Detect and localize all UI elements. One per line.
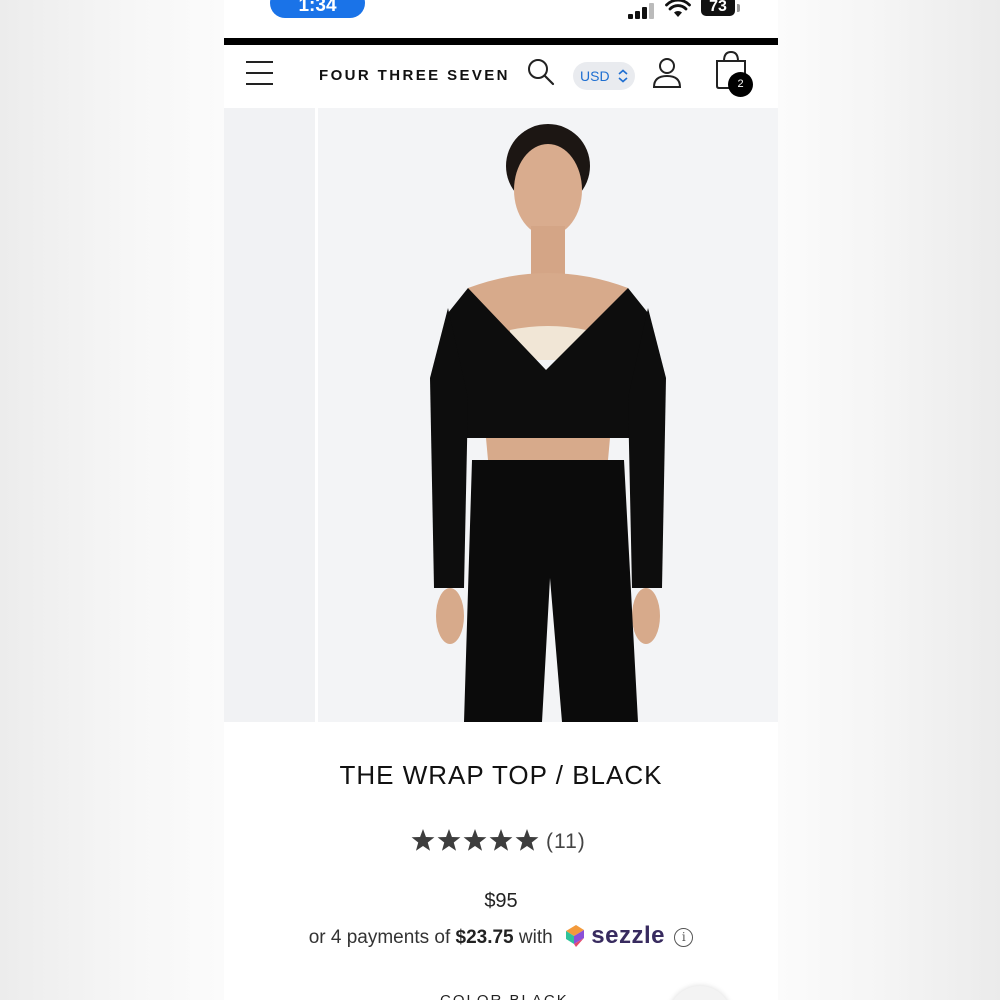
cart-count-badge: 2 — [728, 72, 753, 97]
info-icon[interactable]: i — [674, 928, 694, 947]
installment-amount: $23.75 — [455, 927, 514, 948]
star-icon — [411, 829, 435, 851]
star-icon — [489, 829, 513, 851]
wifi-icon — [665, 0, 691, 17]
currency-selector[interactable]: USD — [573, 62, 635, 90]
star-icon — [463, 829, 487, 851]
product-price: $95 — [484, 890, 518, 912]
color-option-label: COLOR BLACK — [440, 992, 569, 1000]
product-image[interactable] — [318, 108, 778, 722]
phone-screen: 1:34 73 FOUR THREE SEVEN USD 2 THE WRAP … — [224, 0, 778, 1000]
announcement-bar — [224, 38, 778, 45]
sezzle-wordmark: sezzle — [591, 922, 665, 949]
product-title: THE WRAP TOP / BLACK — [339, 760, 663, 790]
search-icon[interactable] — [526, 57, 556, 87]
cellular-signal-icon — [628, 3, 656, 19]
brand-logo[interactable]: FOUR THREE SEVEN — [319, 67, 510, 84]
model-photo — [318, 108, 778, 722]
installment-info: or 4 payments of $23.75 with sezzle i — [224, 922, 778, 950]
star-icon — [437, 829, 461, 851]
review-count: (11) — [546, 830, 586, 853]
status-time[interactable]: 1:34 — [270, 0, 365, 18]
currency-label: USD — [580, 68, 610, 84]
status-bar: 1:34 73 — [224, 0, 778, 38]
chevron-up-down-icon — [618, 69, 628, 83]
account-icon[interactable] — [652, 57, 682, 89]
battery-tip — [737, 4, 740, 12]
previous-image-slide[interactable] — [224, 108, 315, 722]
product-gallery — [224, 108, 778, 722]
hamburger-menu-icon[interactable] — [246, 59, 273, 86]
installment-prefix: or 4 payments of — [308, 927, 451, 948]
star-icon — [515, 829, 539, 851]
rating-stars — [411, 829, 539, 851]
site-header: FOUR THREE SEVEN USD 2 — [224, 45, 778, 108]
installment-connector: with — [518, 927, 553, 948]
sezzle-logo-icon — [566, 925, 584, 947]
floating-action-button[interactable] — [668, 986, 732, 1000]
battery-indicator: 73 — [701, 0, 735, 16]
